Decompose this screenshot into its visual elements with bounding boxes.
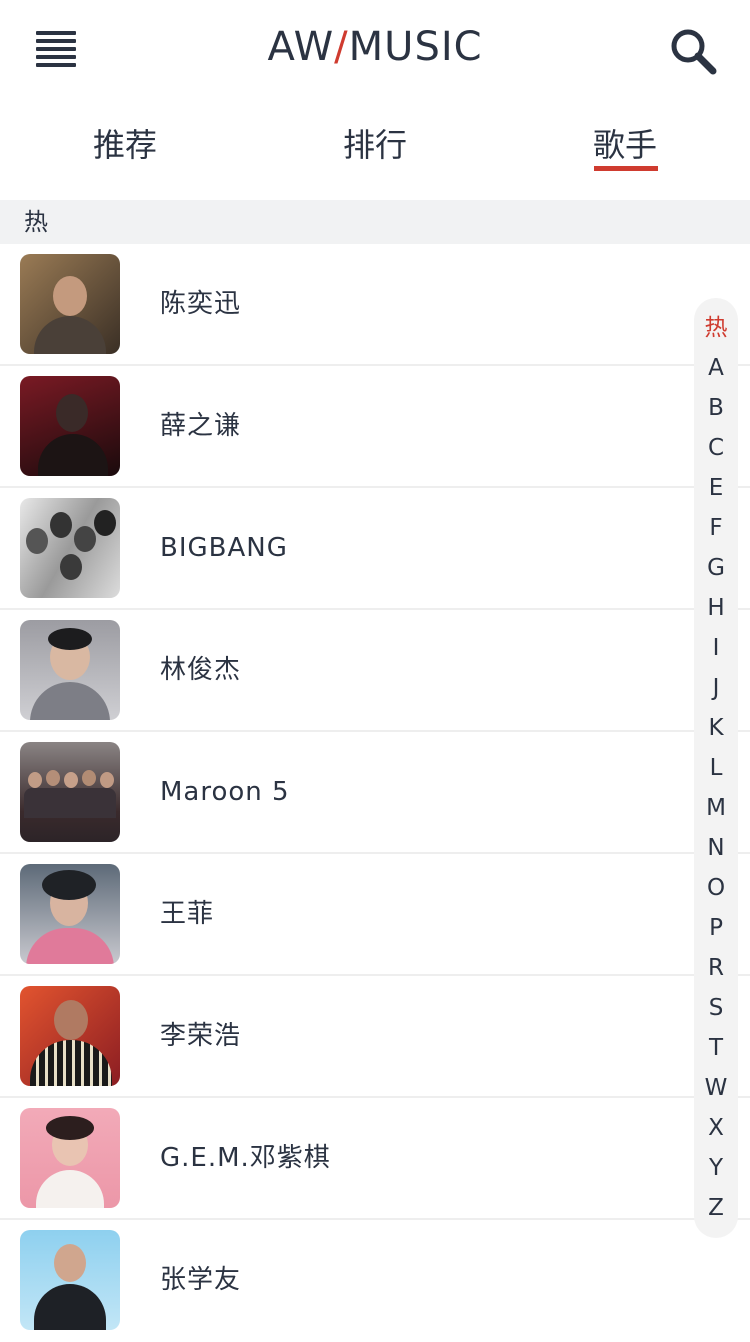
artist-name: 薛之谦 [160,411,242,441]
logo-slash: / [334,24,349,70]
index-letter-o[interactable]: O [694,868,738,908]
artist-row[interactable]: 李荣浩 [0,976,750,1098]
index-letter-b[interactable]: B [694,388,738,428]
index-letter-i[interactable]: I [694,628,738,668]
artist-avatar [20,498,120,598]
artist-row[interactable]: G.E.M.邓紫棋 [0,1098,750,1220]
search-icon[interactable] [668,26,718,76]
index-letter-z[interactable]: Z [694,1188,738,1228]
artist-name: 陈奕迅 [160,289,242,319]
index-letter-t[interactable]: T [694,1028,738,1068]
index-letter-a[interactable]: A [694,348,738,388]
app-logo: AW/MUSIC [0,22,750,72]
app-header: AW/MUSIC [0,0,750,100]
index-letter-n[interactable]: N [694,828,738,868]
artist-row[interactable]: Maroon 5 [0,732,750,854]
index-letter-hot[interactable]: 热 [694,308,738,348]
index-letter-y[interactable]: Y [694,1148,738,1188]
artist-row[interactable]: 王菲 [0,854,750,976]
index-letter-w[interactable]: W [694,1068,738,1108]
index-letter-c[interactable]: C [694,428,738,468]
artist-name: 王菲 [160,899,215,929]
artist-avatar [20,254,120,354]
artist-avatar [20,986,120,1086]
index-letter-e[interactable]: E [694,468,738,508]
artist-name: 张学友 [160,1265,242,1295]
artist-avatar [20,1108,120,1208]
artist-name: BIGBANG [160,533,288,563]
artist-name: G.E.M.邓紫棋 [160,1143,331,1173]
artist-row[interactable]: 陈奕迅 [0,244,750,366]
index-letter-f[interactable]: F [694,508,738,548]
artist-name: 林俊杰 [160,655,242,685]
artist-name: Maroon 5 [160,777,290,807]
index-letter-h[interactable]: H [694,588,738,628]
index-letter-g[interactable]: G [694,548,738,588]
artist-avatar [20,620,120,720]
alphabet-index-bar[interactable]: 热 A B C E F G H I J K L M N O P R S T W … [694,298,738,1238]
logo-text-right: MUSIC [348,24,483,70]
section-header-hot: 热 [0,200,750,244]
index-letter-j[interactable]: J [694,668,738,708]
artist-row[interactable]: 张学友 [0,1220,750,1342]
tab-singers[interactable]: 歌手 [550,118,700,172]
artist-row[interactable]: 林俊杰 [0,610,750,732]
tab-ranking[interactable]: 排行 [300,118,450,172]
logo-text-left: AW [267,24,335,70]
artist-row[interactable]: 薛之谦 [0,366,750,488]
tab-recommend[interactable]: 推荐 [50,118,200,172]
artist-list: 陈奕迅 薛之谦 BIGBANG 林俊杰 Maroon 5 王菲 李荣浩 G.E.… [0,244,750,1342]
index-letter-x[interactable]: X [694,1108,738,1148]
artist-avatar [20,864,120,964]
index-letter-p[interactable]: P [694,908,738,948]
artist-name: 李荣浩 [160,1021,242,1051]
active-tab-indicator [594,166,658,171]
section-title: 热 [24,208,48,236]
index-letter-s[interactable]: S [694,988,738,1028]
index-letter-k[interactable]: K [694,708,738,748]
artist-avatar [20,376,120,476]
index-letter-m[interactable]: M [694,788,738,828]
index-letter-r[interactable]: R [694,948,738,988]
artist-row[interactable]: BIGBANG [0,488,750,610]
index-letter-l[interactable]: L [694,748,738,788]
artist-avatar [20,742,120,842]
artist-avatar [20,1230,120,1330]
nav-tabs: 推荐 排行 歌手 [0,118,750,182]
